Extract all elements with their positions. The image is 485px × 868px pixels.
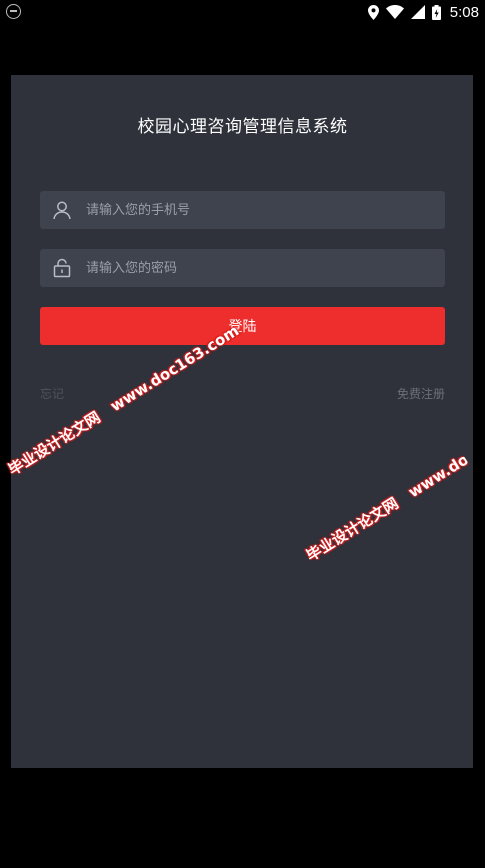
login-button[interactable]: 登陆 <box>40 307 445 345</box>
phone-field[interactable] <box>40 191 445 229</box>
forgot-password-link[interactable]: 忘记 <box>40 385 64 402</box>
status-icons: 5:08 <box>367 2 479 22</box>
password-field[interactable] <box>40 249 445 287</box>
login-card <box>11 75 473 768</box>
page-title: 校园心理咨询管理信息系统 <box>137 117 348 137</box>
register-link[interactable]: 免费注册 <box>397 385 445 402</box>
user-icon <box>42 191 82 229</box>
password-input[interactable] <box>82 249 445 287</box>
location-icon <box>367 4 379 20</box>
status-bar: 5:08 <box>0 0 485 24</box>
app-notification-icon <box>6 4 21 19</box>
lock-icon <box>42 249 82 287</box>
signal-icon <box>410 5 425 19</box>
battery-icon <box>431 4 441 20</box>
phone-input[interactable] <box>82 191 445 229</box>
status-time: 5:08 <box>449 3 479 21</box>
wifi-icon <box>385 5 404 19</box>
